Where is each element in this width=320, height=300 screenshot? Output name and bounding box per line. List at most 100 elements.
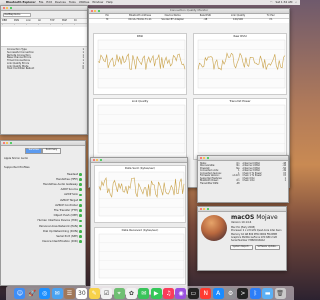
table-cell: 00-1A-7D-DA-71-11 bbox=[128, 18, 152, 22]
close-button[interactable] bbox=[2, 6, 5, 10]
tab-summary[interactable]: Summary bbox=[42, 148, 61, 154]
notes-icon[interactable]: ✎ bbox=[88, 287, 100, 299]
news-icon[interactable]: N bbox=[200, 287, 212, 299]
profile-label: Device Identification (DID) bbox=[42, 239, 78, 244]
system-report-button[interactable]: System Report... bbox=[230, 244, 253, 251]
menu-devices[interactable]: Devices bbox=[55, 0, 66, 4]
column-header[interactable]: DBB bbox=[2, 19, 14, 23]
zoom-button[interactable] bbox=[9, 141, 13, 145]
menu-file[interactable]: File bbox=[39, 0, 44, 4]
explorer-table-body bbox=[1, 27, 87, 48]
table-cell: M bbox=[106, 18, 109, 22]
calendar-icon[interactable]: 30 bbox=[76, 287, 88, 299]
column-header[interactable]: MAE bbox=[62, 19, 74, 23]
data-received-graph bbox=[98, 233, 185, 279]
photos-icon[interactable]: ✿ bbox=[125, 287, 137, 299]
podcasts-icon[interactable]: ◉ bbox=[175, 287, 187, 299]
table-cell: - bbox=[2, 23, 3, 27]
profile-item: Device Identification (DID) bbox=[4, 239, 82, 244]
table-cell: - bbox=[74, 23, 75, 27]
table-cell: - bbox=[38, 23, 39, 27]
profile-label: AVRCP Controller bbox=[55, 202, 78, 207]
tv-icon[interactable]: ▭ bbox=[187, 287, 199, 299]
software-update-button[interactable]: Software Update... bbox=[254, 244, 281, 251]
close-button[interactable] bbox=[199, 207, 202, 211]
zoom-button[interactable] bbox=[206, 207, 210, 211]
quality-table-row[interactable]: M 00-1A-7D-DA-71-11 Sonder BT Adapter -48 10… bbox=[89, 18, 289, 23]
zoom-button[interactable] bbox=[99, 158, 103, 162]
column-header[interactable]: Pin bbox=[91, 14, 124, 18]
wifi-icon[interactable]: ◠ bbox=[270, 0, 272, 4]
menu-bar-left: Bluetooth Explorer File Edit Devices Tools U… bbox=[3, 0, 113, 4]
trash-icon[interactable]: 🗑 bbox=[274, 287, 286, 299]
minimize-button[interactable] bbox=[6, 141, 9, 145]
explorer-table-row[interactable]: ------- bbox=[1, 23, 87, 27]
check-icon bbox=[79, 188, 82, 192]
zoom-button[interactable] bbox=[9, 6, 13, 10]
preferences-icon[interactable]: ⚙ bbox=[225, 287, 237, 299]
launchpad-icon[interactable]: 🚀 bbox=[26, 287, 38, 299]
explorer-window: NetBaptisms DBB RSSI Link AC TXP MAE Dc - - - - - -… bbox=[0, 5, 88, 135]
maps-icon[interactable]: ⌖ bbox=[113, 287, 125, 299]
terminal-icon[interactable]: > bbox=[237, 287, 249, 299]
minimize-button[interactable] bbox=[203, 156, 206, 160]
explorer-fields: Connection Type 1 Successful Connection 1 Re… bbox=[1, 47, 87, 71]
minimize-button[interactable] bbox=[6, 6, 9, 10]
zoom-button[interactable] bbox=[206, 156, 210, 160]
profile-label: Personal Area Network (PAN) bbox=[39, 223, 78, 228]
profile-label: Handsfree (HFP) bbox=[55, 176, 78, 181]
link-quality-panel: Link Quality bbox=[93, 98, 187, 160]
safari-icon[interactable]: ◎ bbox=[39, 287, 51, 299]
services-window: Services Summary Apple Silicon Audio Sup… bbox=[0, 140, 86, 286]
spotlight-icon[interactable]: ⌕ bbox=[295, 0, 297, 4]
menu-utilities[interactable]: Utilities bbox=[79, 0, 90, 4]
column-header[interactable]: Tx Pwr bbox=[254, 14, 287, 18]
facetime-icon[interactable]: ▶ bbox=[150, 287, 162, 299]
appstore-icon[interactable]: A bbox=[212, 287, 224, 299]
clock[interactable]: Sat 1:34 AM bbox=[275, 0, 292, 4]
reminders-icon[interactable]: ☑ bbox=[101, 287, 113, 299]
column-header[interactable]: Dc bbox=[74, 19, 86, 23]
minimize-button[interactable] bbox=[203, 207, 206, 211]
menu-bar-right: ◠ Sat 1:34 AM ⌕ bbox=[270, 0, 297, 4]
profile-label: Human Interface Device (HID) bbox=[37, 218, 78, 223]
app-menu[interactable]: Bluetooth Explorer bbox=[6, 0, 36, 4]
folder-icon[interactable]: ▬ bbox=[262, 287, 274, 299]
menu-help[interactable]: Help bbox=[106, 0, 112, 4]
minimize-button[interactable] bbox=[96, 158, 99, 162]
bluetooth-icon[interactable]: ᛒ bbox=[249, 287, 261, 299]
music-icon[interactable]: ♫ bbox=[163, 287, 175, 299]
close-button[interactable] bbox=[92, 158, 95, 162]
close-button[interactable] bbox=[199, 156, 202, 160]
mail-icon[interactable]: ✉ bbox=[51, 287, 63, 299]
column-header[interactable]: Link Quality bbox=[222, 14, 255, 18]
table-cell: - bbox=[50, 23, 51, 27]
close-button[interactable] bbox=[2, 141, 5, 145]
column-header[interactable]: RSSI bbox=[14, 19, 26, 23]
menu-edit[interactable]: Edit bbox=[46, 0, 51, 4]
check-icon bbox=[79, 183, 82, 186]
check-icon bbox=[79, 240, 82, 243]
column-header[interactable]: Device Name bbox=[156, 14, 189, 18]
menu-tools[interactable]: Tools bbox=[69, 0, 76, 4]
contacts-icon[interactable]: ☰ bbox=[63, 287, 75, 299]
about-this-mac-window: macOS Mojave Version 10.14.6 Mac Pro (Ea… bbox=[197, 206, 287, 271]
about-details: macOS Mojave Version 10.14.6 Mac Pro (Ea… bbox=[231, 214, 281, 242]
table-cell: 100/100 bbox=[233, 18, 243, 22]
column-header[interactable]: Raw RSSI bbox=[189, 14, 222, 18]
tab-services[interactable]: Services bbox=[25, 148, 43, 154]
table-cell: -48 bbox=[203, 18, 208, 22]
column-header[interactable]: AC bbox=[38, 19, 50, 23]
column-header[interactable]: Bluetooth Address bbox=[124, 14, 157, 18]
column-header[interactable]: Link bbox=[26, 19, 38, 23]
check-icon bbox=[79, 235, 82, 238]
link-quality-graph bbox=[97, 104, 186, 154]
column-header[interactable]: TXP bbox=[50, 19, 62, 23]
device-search-field[interactable]: NetBaptisms bbox=[3, 12, 31, 17]
check-icon bbox=[79, 172, 82, 176]
profiles-list: Headset Handsfree (HFP) Handsfree Audio Ga… bbox=[1, 171, 85, 246]
messages-icon[interactable]: ✉ bbox=[138, 287, 150, 299]
explorer-titlebar bbox=[1, 6, 87, 11]
menu-window[interactable]: Window bbox=[92, 0, 103, 4]
finder-icon[interactable]: ☺ bbox=[14, 287, 26, 299]
